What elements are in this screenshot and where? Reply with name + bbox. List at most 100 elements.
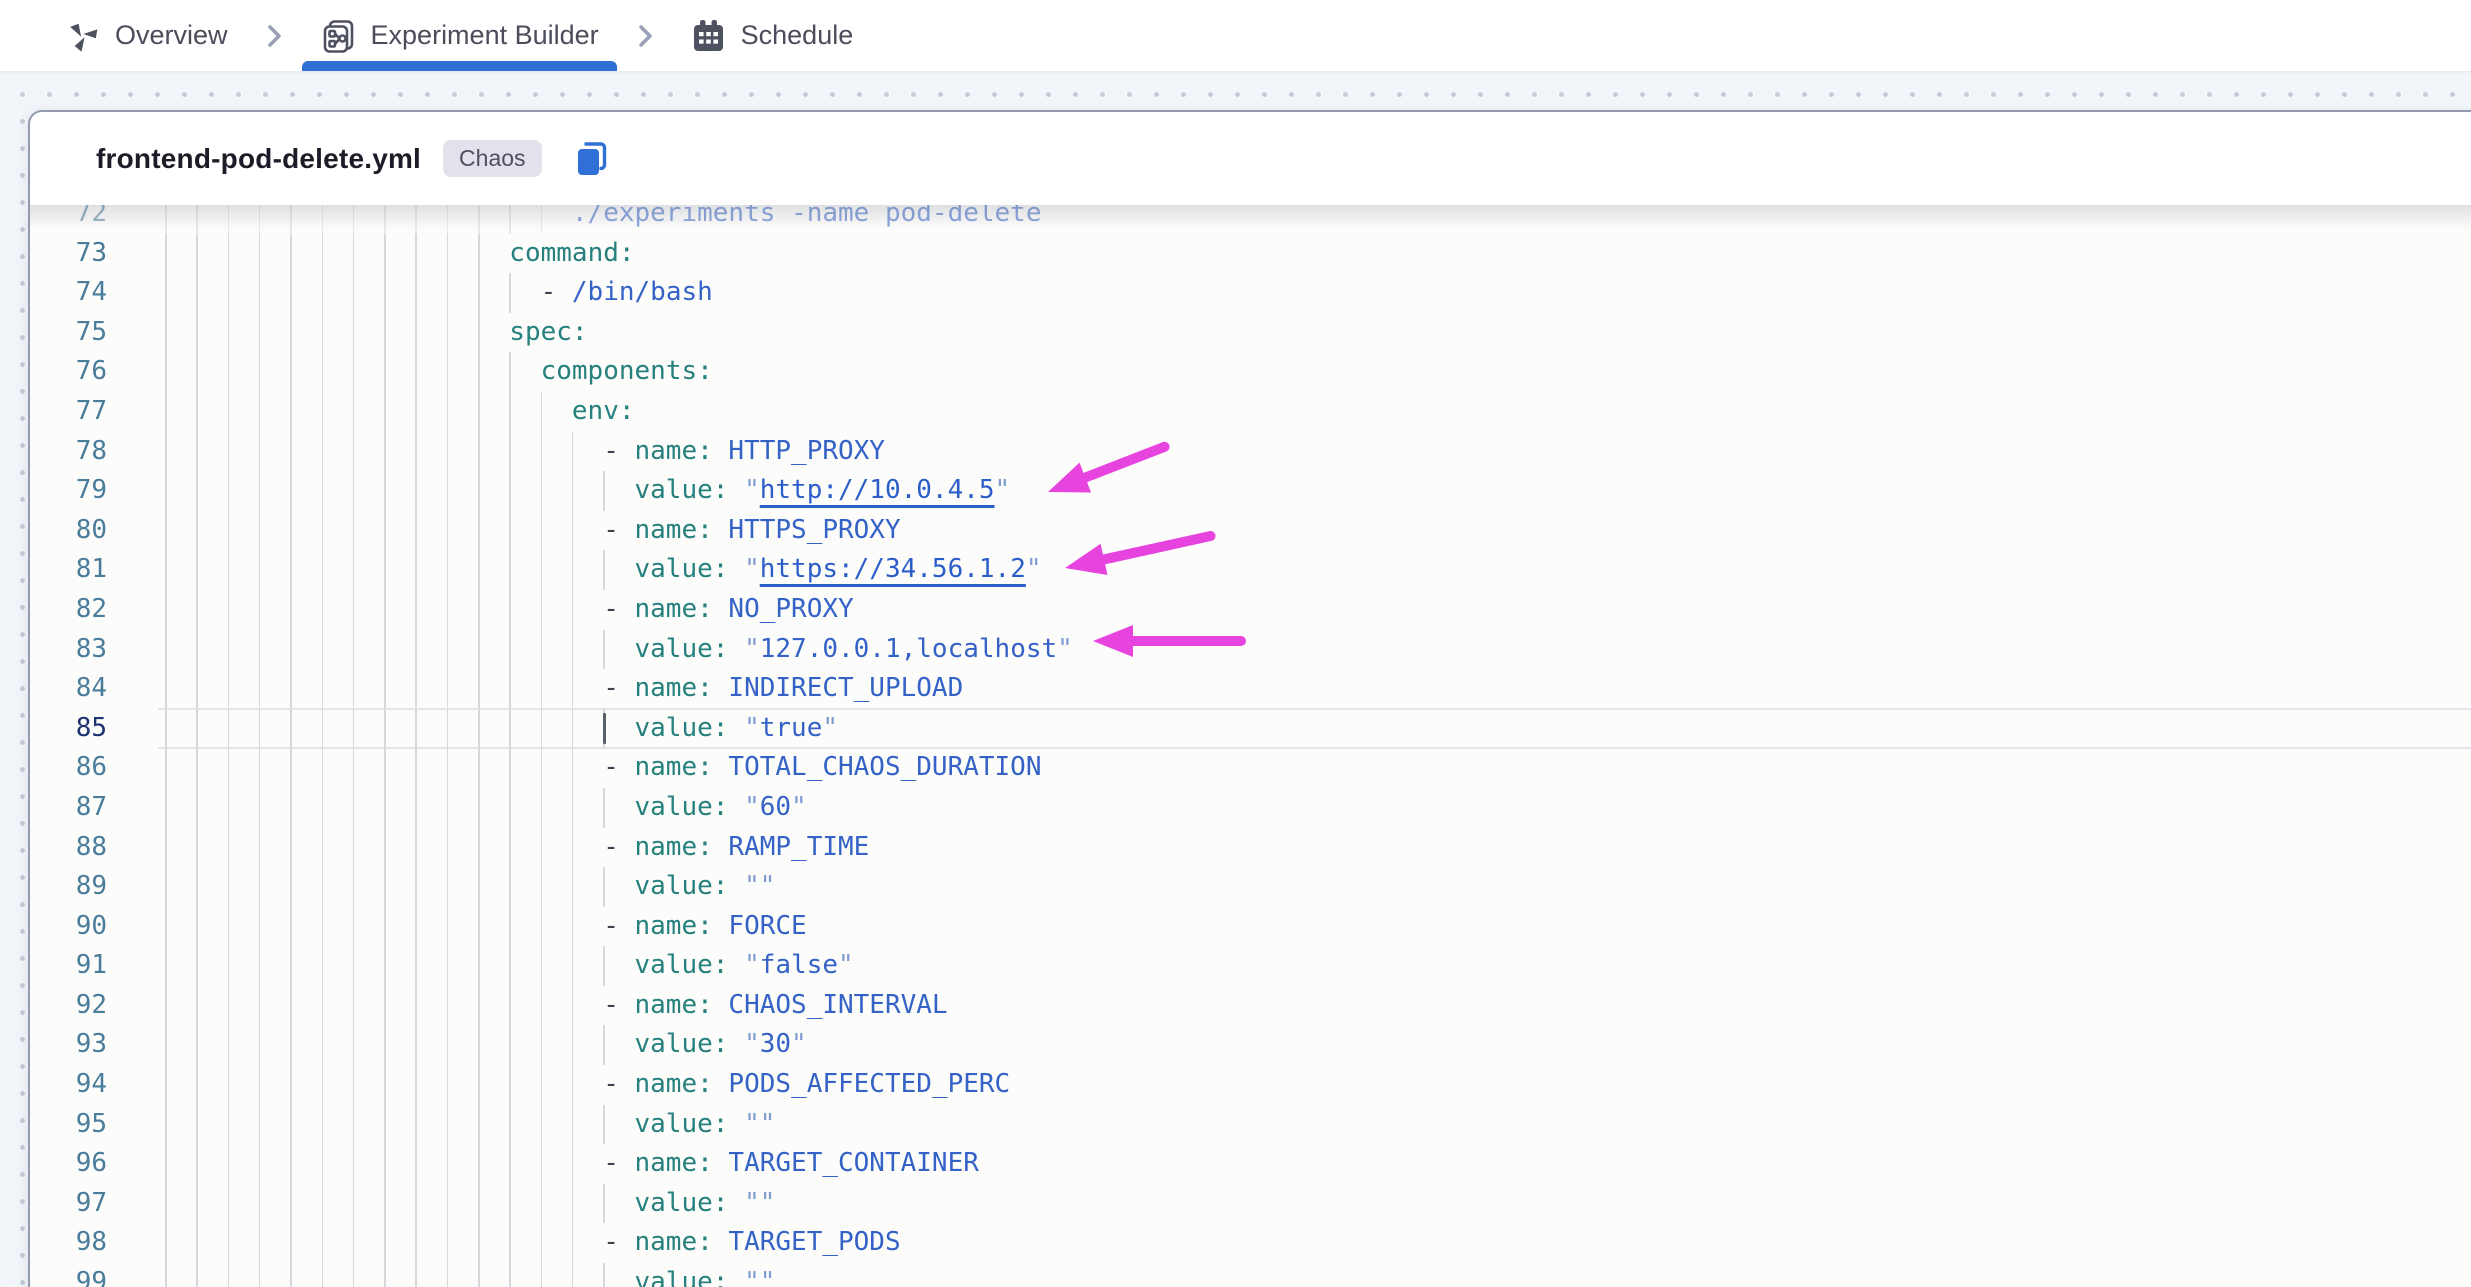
indent-guide [259,669,261,709]
indent-guide [541,907,543,947]
code-line[interactable]: 84- name: INDIRECT_UPLOAD [30,669,2471,709]
indent-guide [290,273,292,313]
file-title: frontend-pod-delete.yml [96,143,421,175]
indent-guide [478,867,480,907]
page: Overview Experiment Builder [0,0,2471,1287]
code-line[interactable]: 87value: "60" [30,788,2471,828]
indent-guide [228,907,230,947]
indent-guide [196,907,198,947]
indent-guide [196,669,198,709]
code-line[interactable]: 72./experiments -name pod-delete [30,205,2471,234]
code-line[interactable]: 73command: [30,234,2471,274]
indent-guide [509,205,511,234]
tab-overview[interactable]: Overview [46,0,248,71]
yaml-editor[interactable]: 72./experiments -name pod-delete73comman… [30,205,2471,1287]
indent-guide [165,1105,167,1145]
indent-guide [322,590,324,630]
code-line[interactable]: 86- name: TOTAL_CHAOS_DURATION [30,748,2471,788]
indent-guide [322,986,324,1026]
indent-guide [165,313,167,353]
indent-guide [290,234,292,274]
code-text: value: "true" [635,709,839,749]
indent-guide [196,986,198,1026]
indent-guide [165,828,167,868]
code-line[interactable]: 94- name: PODS_AFFECTED_PERC [30,1065,2471,1105]
indent-guide [415,907,417,947]
indent-guide [228,234,230,274]
code-line[interactable]: 74- /bin/bash [30,273,2471,313]
tab-schedule[interactable]: Schedule [671,0,874,71]
indent-guide [353,946,355,986]
code-line[interactable]: 77env: [30,392,2471,432]
indent-guide [259,828,261,868]
indent-guide [290,392,292,432]
indent-guide [196,550,198,590]
indent-guide [572,590,574,630]
indent-guide [572,550,574,590]
indent-guide [228,205,230,234]
code-line[interactable]: 98- name: TARGET_PODS [30,1223,2471,1263]
chevron-right-icon [635,21,655,51]
indent-guide [478,234,480,274]
indent-guide [259,748,261,788]
indent-guide [290,313,292,353]
indent-guide [415,748,417,788]
code-line[interactable]: 76components: [30,352,2471,392]
indent-guide [196,234,198,274]
indent-guide [509,867,511,907]
code-line[interactable]: 93value: "30" [30,1025,2471,1065]
code-line[interactable]: 89value: "" [30,867,2471,907]
copy-icon[interactable] [572,139,610,179]
indent-guide [572,1263,574,1287]
code-line[interactable]: 80- name: HTTPS_PROXY [30,511,2471,551]
code-line[interactable]: 82- name: NO_PROXY [30,590,2471,630]
code-line[interactable]: 97value: "" [30,1184,2471,1224]
indent-guide [322,432,324,472]
indent-guide [290,986,292,1026]
line-number: 73 [30,234,107,274]
indent-guide [322,1065,324,1105]
code-line[interactable]: 78- name: HTTP_PROXY [30,432,2471,472]
code-line[interactable]: 99value: "" [30,1263,2471,1287]
line-number: 99 [30,1263,107,1287]
indent-guide [165,205,167,234]
indent-guide [447,986,449,1026]
tab-experiment-builder[interactable]: Experiment Builder [300,0,619,71]
indent-guide [228,748,230,788]
file-type-badge: Chaos [443,140,541,177]
indent-guide [322,1223,324,1263]
indent-guide [353,1184,355,1224]
code-line[interactable]: 81value: "https://34.56.1.2" [30,550,2471,590]
indent-guide [572,828,574,868]
indent-guide [322,205,324,234]
indent-guide [322,788,324,828]
code-line[interactable]: 79value: "http://10.0.4.5" [30,471,2471,511]
indent-guide [478,590,480,630]
indent-guide [353,907,355,947]
indent-guide [572,1223,574,1263]
code-text: spec: [509,313,587,353]
code-line[interactable]: 96- name: TARGET_CONTAINER [30,1144,2471,1184]
indent-guide [509,946,511,986]
indent-guide [290,550,292,590]
indent-guide [572,511,574,551]
code-line[interactable]: 85value: "true" [30,709,2471,749]
indent-guide [322,471,324,511]
indent-guide [384,234,386,274]
code-line[interactable]: 92- name: CHAOS_INTERVAL [30,986,2471,1026]
indent-guide [603,867,605,907]
indent-guide [353,867,355,907]
code-line[interactable]: 75spec: [30,313,2471,353]
indent-guide [415,590,417,630]
indent-guide [384,1263,386,1287]
indent-guide [259,1025,261,1065]
code-line[interactable]: 83value: "127.0.0.1,localhost" [30,630,2471,670]
code-line[interactable]: 88- name: RAMP_TIME [30,828,2471,868]
indent-guide [353,234,355,274]
indent-guide [541,867,543,907]
line-number: 79 [30,471,107,511]
code-line[interactable]: 91value: "false" [30,946,2471,986]
code-line[interactable]: 95value: "" [30,1105,2471,1145]
code-line[interactable]: 90- name: FORCE [30,907,2471,947]
indent-guide [290,352,292,392]
